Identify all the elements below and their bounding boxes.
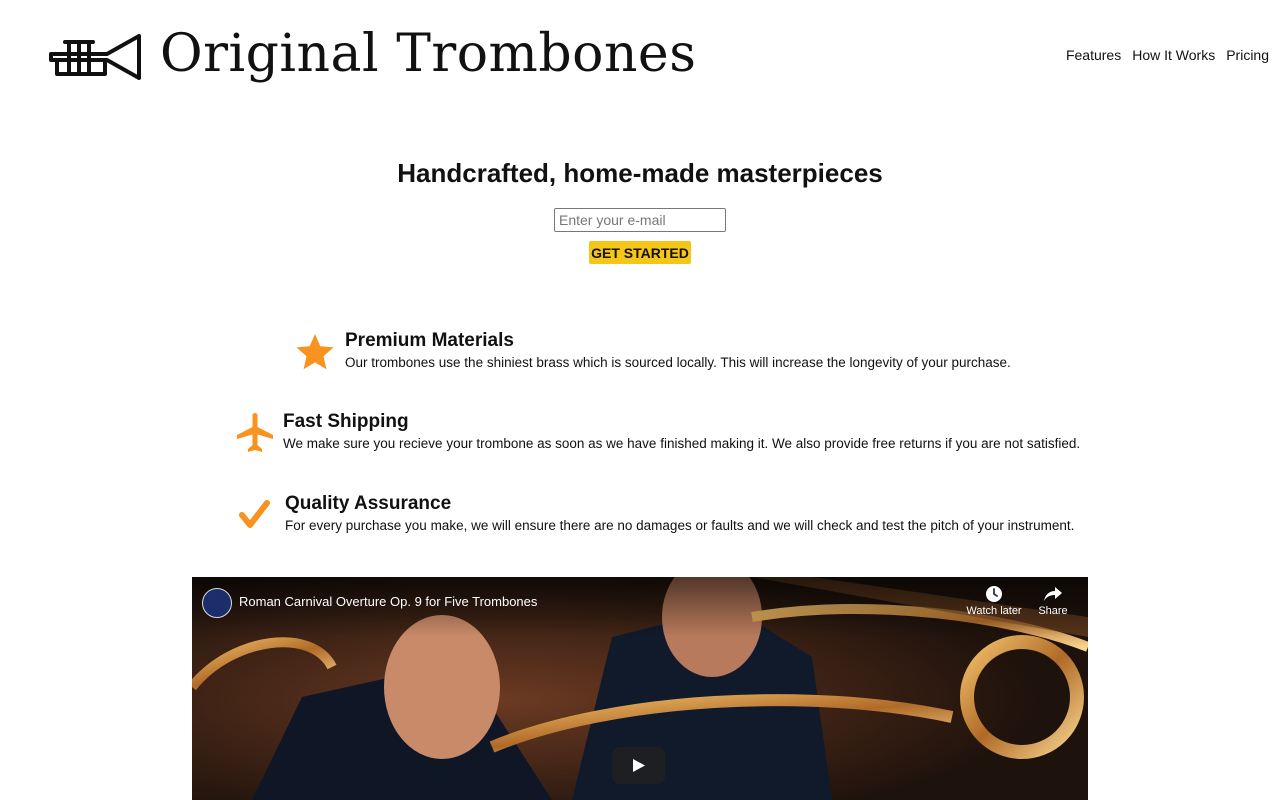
trumpet-logo-icon[interactable] [47,30,143,84]
nav-link-features[interactable]: Features [1066,47,1121,63]
feature-title: Premium Materials [345,330,514,351]
plane-icon [235,411,275,460]
nav-link-how-it-works[interactable]: How It Works [1132,47,1215,63]
hero-title: Handcrafted, home-made masterpieces [397,158,883,188]
channel-avatar[interactable] [202,588,232,618]
feature-title: Fast Shipping [283,411,409,432]
site-header: Original Trombones Features How It Works… [0,0,1280,110]
share-button[interactable]: Share [1023,585,1083,617]
share-label: Share [1038,605,1068,617]
feature-text: Our trombones use the shiniest brass whi… [345,355,1011,370]
watch-later-button[interactable]: Watch later [964,585,1024,617]
watch-later-label: Watch later [966,605,1022,617]
share-icon [1044,587,1062,601]
feature-text: For every purchase you make, we will ens… [285,518,1075,533]
main-nav: Features How It Works Pricing [1066,47,1269,63]
video-player[interactable]: Roman Carnival Overture Op. 9 for Five T… [192,577,1088,800]
feature-text: We make sure you recieve your trombone a… [283,436,1081,451]
check-icon [237,497,273,538]
get-started-button[interactable]: GET STARTED [589,241,691,264]
feature-quality-assurance: Quality Assurance For every purchase you… [237,493,1074,543]
feature-title: Quality Assurance [285,493,452,514]
clock-icon [986,586,1002,602]
brand-name: Original Trombones [160,24,697,84]
nav-link-pricing[interactable]: Pricing [1226,47,1269,63]
star-icon [295,332,335,377]
play-button[interactable] [612,747,665,784]
feature-fast-shipping: Fast Shipping We make sure you recieve y… [235,411,1080,461]
email-input[interactable] [554,208,726,232]
video-title[interactable]: Roman Carnival Overture Op. 9 for Five T… [239,594,537,609]
play-icon [633,759,645,772]
feature-premium-materials: Premium Materials Our trombones use the … [295,330,1015,380]
